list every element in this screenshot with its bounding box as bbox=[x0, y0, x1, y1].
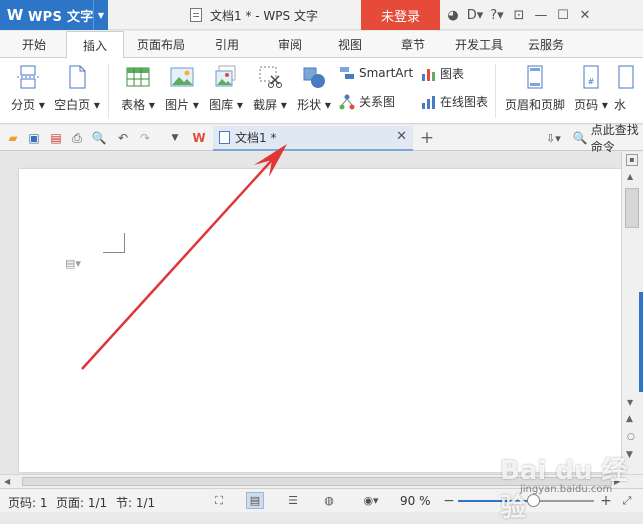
annotation-arrow bbox=[81, 144, 287, 370]
annotation-arrow-shaft bbox=[81, 159, 273, 370]
watermark-url: jingyan.baidu.com bbox=[520, 484, 613, 495]
